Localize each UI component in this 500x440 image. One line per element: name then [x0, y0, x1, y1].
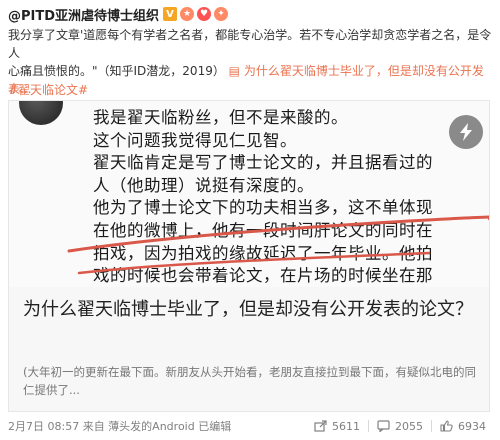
- article-link-icon: ▤: [228, 64, 241, 78]
- comment-icon: [377, 420, 390, 432]
- article-cover-image: 我是翟天临粉丝，但不是来酸的。 这个问题我觉得见仁见智。 翟天临肯定是写了博士论…: [9, 101, 489, 287]
- share-button[interactable]: 5611: [306, 420, 368, 433]
- member-badge-icon: ★: [180, 7, 195, 21]
- quote-line: 翟天临肯定是写了博士论文的，并且据看过的: [93, 153, 433, 173]
- avatar: [19, 101, 63, 125]
- post-text-line: 心痛且愤恨的。"（知乎ID潜龙，2019）: [8, 64, 225, 78]
- post-actions: 5611 2055 6934: [306, 420, 494, 433]
- post-header: @PITD亚洲虐待博士组织 V ★ ♥ ✦: [8, 3, 494, 25]
- quote-line: 我是翟天临粉丝，但不是来酸的。: [93, 108, 348, 127]
- quote-line: 拍戏，因为拍戏的缘故延迟了一年毕业。他拍: [93, 243, 433, 263]
- level-badge-icon: ♥: [197, 7, 212, 21]
- hashtag-link[interactable]: #翟天临论文#: [8, 82, 88, 98]
- username[interactable]: @PITD亚洲虐待博士组织: [8, 5, 159, 24]
- like-button[interactable]: 6934: [432, 420, 494, 433]
- share-count: 5611: [332, 419, 360, 433]
- quote-line: 他为了博士论文下的功夫相当多，这不单体现: [93, 198, 433, 218]
- quote-line: 在他的微博上，他有一段时间肝论文的同时在: [93, 220, 433, 240]
- quote-line: 戏的时候也会带着论文，在片场的时候坐在那: [93, 266, 433, 286]
- quote-line: 人（他助理）说挺有深度的。: [93, 175, 314, 195]
- post-meta: 2月7日 08:57 来自 薄头发的Android 已编辑: [8, 420, 232, 433]
- comment-button[interactable]: 2055: [369, 420, 431, 433]
- cover-quote: 我是翟天临粉丝，但不是来酸的。 这个问题我觉得见仁见智。 翟天临肯定是写了博士论…: [93, 107, 473, 287]
- comment-count: 2055: [395, 419, 423, 433]
- share-icon: [314, 420, 327, 432]
- article-card[interactable]: 我是翟天临粉丝，但不是来酸的。 这个问题我觉得见仁见智。 翟天临肯定是写了博士论…: [8, 100, 490, 412]
- user-badges: V ★ ♥ ✦: [163, 7, 229, 21]
- quote-line: 这个问题我觉得见仁见智。: [93, 130, 297, 150]
- article-description: (大年初一的更新在最下面。新朋友从头开始看，老朋友直接拉到最下面，有疑似北电的同…: [23, 365, 476, 397]
- post-text-line: 我分享了文章'道愿每个有学者之名者，都能专心治学。若不专心治学却贪恋学者之名，是…: [8, 28, 492, 60]
- flash-icon[interactable]: [449, 115, 483, 149]
- thumbs-up-icon: [440, 420, 453, 432]
- article-title[interactable]: 为什么翟天临博士毕业了，但是却没有公开发表的论文？: [23, 297, 479, 322]
- post-footer: 2月7日 08:57 来自 薄头发的Android 已编辑 5611 2055 …: [8, 416, 494, 436]
- verified-badge-icon: V: [163, 7, 178, 21]
- like-count: 6934: [458, 419, 486, 433]
- activity-badge-icon: ✦: [214, 7, 229, 21]
